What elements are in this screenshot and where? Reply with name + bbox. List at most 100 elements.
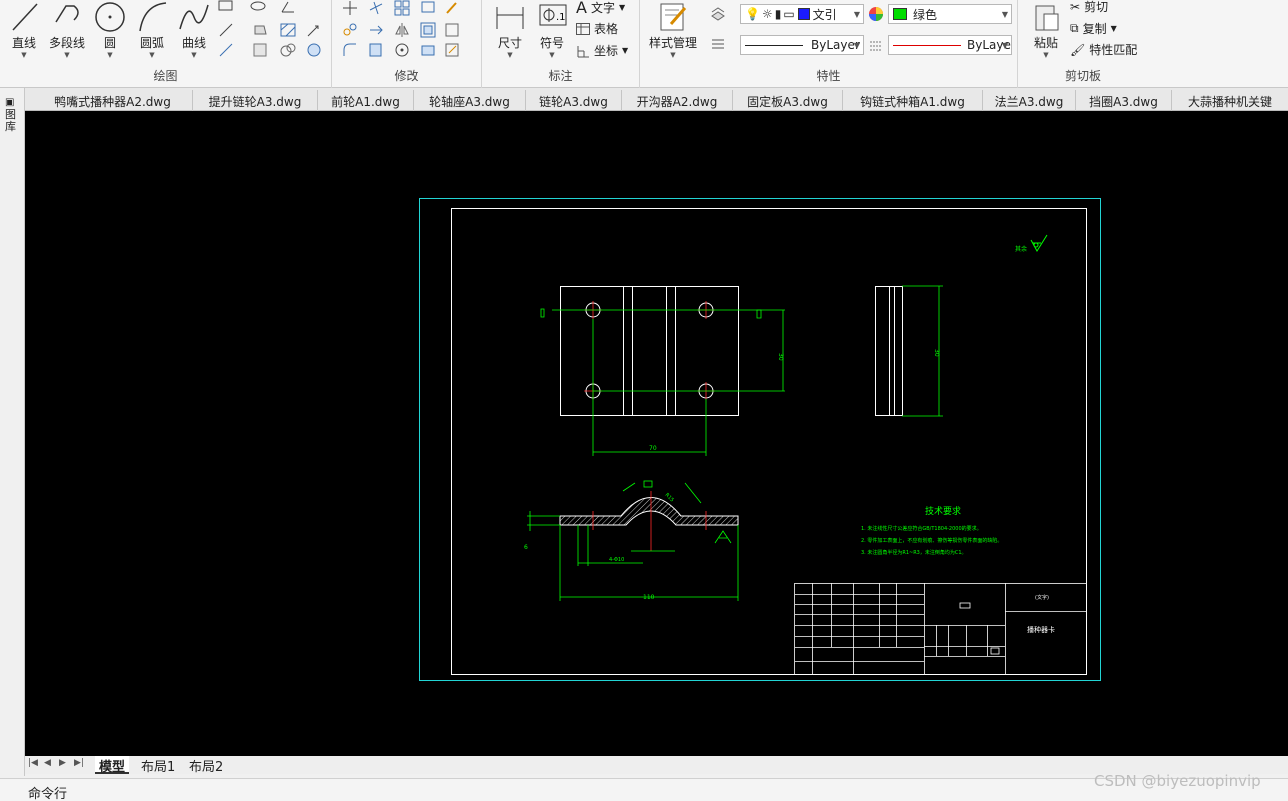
wipeout-icon[interactable]	[306, 42, 322, 58]
edit-icon[interactable]	[444, 0, 460, 16]
copy-button[interactable]: ⧉ 复制 ▼	[1070, 20, 1117, 37]
properties-edit-icon[interactable]	[444, 42, 460, 58]
draw-panel-title: 绘图	[153, 69, 178, 83]
polyline-tool-button[interactable]: 多段线 ▼	[44, 0, 90, 59]
ellipse-icon[interactable]	[250, 0, 266, 16]
construction-line-icon[interactable]	[218, 22, 234, 38]
library-side-label: 图库	[5, 108, 16, 133]
text-button[interactable]: A 文字 ▼	[576, 0, 625, 17]
title-block-tag: (文字)	[1035, 594, 1049, 601]
linetype-combo[interactable]: ByLayer ▼	[740, 35, 864, 55]
spline-icon	[179, 4, 209, 30]
dim-110-text: 110	[643, 594, 655, 601]
drawing-canvas[interactable]: 其余 70 30 30 110 4-Φ10 R15 6 技术要求 1. 未注线性…	[25, 111, 1288, 756]
doc-tab[interactable]: 前轮A1.dwg	[318, 90, 414, 111]
paste-button[interactable]: 粘贴 ▼	[1024, 0, 1068, 59]
curve-tool-button[interactable]: 曲线 ▼	[172, 0, 216, 59]
doc-tab[interactable]: 链轮A3.dwg	[526, 90, 622, 111]
table-button[interactable]: 表格	[576, 20, 618, 37]
command-line-label: 命令行	[28, 787, 68, 801]
array-icon[interactable]	[394, 0, 410, 16]
list-icon[interactable]	[710, 36, 726, 52]
polyline-icon	[55, 5, 79, 23]
block-icon[interactable]	[252, 42, 268, 58]
tech-line-3: 3. 未注圆角半径为R1~R3，未注倒角均为C1。	[861, 549, 967, 556]
cut-button[interactable]: ✂ 剪切	[1070, 0, 1108, 15]
symbol-button[interactable]: .1 符号 ▼	[530, 0, 574, 59]
region-icon[interactable]	[252, 22, 268, 38]
next-layout-icon[interactable]: ▶	[59, 758, 66, 768]
last-layout-icon[interactable]: ▶|	[74, 758, 84, 768]
tab-model[interactable]: 模型	[95, 756, 130, 775]
polyline-tool-label: 多段线	[48, 36, 85, 50]
layer-properties-icon[interactable]	[710, 6, 726, 22]
scale-icon[interactable]	[368, 42, 384, 58]
tab-layout1[interactable]: 布局1	[137, 756, 179, 775]
linetype-preview	[745, 44, 803, 46]
offset-icon[interactable]	[420, 22, 436, 38]
tech-title: 技术要求	[925, 505, 961, 517]
arc-tool-button[interactable]: 圆弧 ▼	[130, 0, 174, 59]
color-swatch	[893, 8, 907, 20]
library-side-tab[interactable]: ▣ 图库	[5, 96, 19, 133]
sheet-outer-border	[419, 198, 1101, 681]
style-manager-button[interactable]: 样式管理 ▼	[642, 0, 704, 59]
lineweight-preview	[893, 44, 961, 46]
doc-tab[interactable]: 开沟器A2.dwg	[622, 90, 733, 111]
lineweight-icon[interactable]	[868, 38, 884, 54]
doc-tab[interactable]: 挡圈A3.dwg	[1076, 90, 1172, 111]
circle-tool-button[interactable]: 圆 ▼	[88, 0, 132, 59]
cut-label: 剪切	[1084, 0, 1109, 14]
watermark: CSDN @biyezuopinvip	[1094, 772, 1261, 790]
layer-name: 文引	[812, 7, 837, 22]
symbol-label: 符号	[539, 36, 564, 50]
sheet-inner-border	[451, 208, 1087, 675]
sun-icon: ☼	[761, 7, 773, 21]
coordinate-button[interactable]: 坐标 ▼	[576, 42, 628, 59]
doc-tab[interactable]: 大蒜播种机关键	[1172, 90, 1288, 111]
angle-icon[interactable]	[280, 0, 296, 16]
dimension-button[interactable]: 尺寸 ▼	[488, 0, 532, 59]
cad-app: 直线 ▼ 多段线 ▼ 圆 ▼ 圆弧 ▼ 曲线 ▼ 绘图 修改 尺寸 ▼ .1 符…	[0, 0, 1288, 801]
doc-tab[interactable]: 轮轴座A3.dwg	[414, 90, 526, 111]
rotate-icon[interactable]	[394, 42, 410, 58]
line-tool-button[interactable]: 直线 ▼	[2, 0, 46, 59]
stretch-icon[interactable]	[420, 0, 436, 16]
trim-icon[interactable]	[368, 0, 384, 16]
doc-tab[interactable]: 钩链式种箱A1.dwg	[843, 90, 983, 111]
tab-layout2[interactable]: 布局2	[185, 756, 227, 775]
group-icon[interactable]	[420, 42, 436, 58]
lightbulb-icon: 💡	[745, 7, 760, 21]
extend-icon[interactable]	[368, 22, 384, 38]
dimension-icon	[496, 7, 524, 29]
section-view: 110 4-Φ10 R15 6	[524, 480, 739, 601]
modify-panel: 修改	[332, 0, 482, 88]
color-combo[interactable]: 绿色 ▼	[888, 4, 1012, 24]
fillet-icon[interactable]	[342, 42, 358, 58]
prev-layout-icon[interactable]: ◀	[44, 758, 51, 768]
explode-icon[interactable]	[444, 22, 460, 38]
color-name: 绿色	[913, 7, 938, 22]
boundary-icon[interactable]	[280, 42, 296, 58]
doc-tab[interactable]: 法兰A3.dwg	[983, 90, 1076, 111]
hatch-icon[interactable]	[280, 22, 296, 38]
color-wheel-icon[interactable]	[868, 6, 884, 22]
copy-object-icon[interactable]	[342, 22, 358, 38]
style-manager-icon	[660, 3, 687, 31]
doc-tab[interactable]: 鸭嘴式播种器A2.dwg	[33, 90, 193, 111]
move-icon[interactable]	[342, 0, 358, 16]
doc-tab[interactable]: 固定板A3.dwg	[733, 90, 843, 111]
point-icon[interactable]	[306, 22, 322, 38]
roughness-note: 其余	[1015, 245, 1027, 253]
paste-icon	[1035, 5, 1059, 31]
mirror-icon[interactable]	[394, 22, 410, 38]
first-layout-icon[interactable]: |◀	[28, 758, 38, 768]
doc-tab[interactable]: 提升链轮A3.dwg	[193, 90, 318, 111]
lineweight-combo[interactable]: ByLaye ▼	[888, 35, 1012, 55]
rectangle-icon[interactable]	[218, 0, 234, 16]
match-properties-button[interactable]: 🖌 特性匹配	[1070, 41, 1137, 58]
layer-combo[interactable]: 💡 ☼ ▮ ▭ 文引 ▼	[740, 4, 864, 24]
clipboard-panel: 粘贴 ▼ ✂ 剪切 ⧉ 复制 ▼ 🖌 特性匹配 剪切板	[1018, 0, 1148, 88]
lock-icon: ▮	[774, 7, 782, 21]
xline-icon[interactable]	[218, 42, 234, 58]
